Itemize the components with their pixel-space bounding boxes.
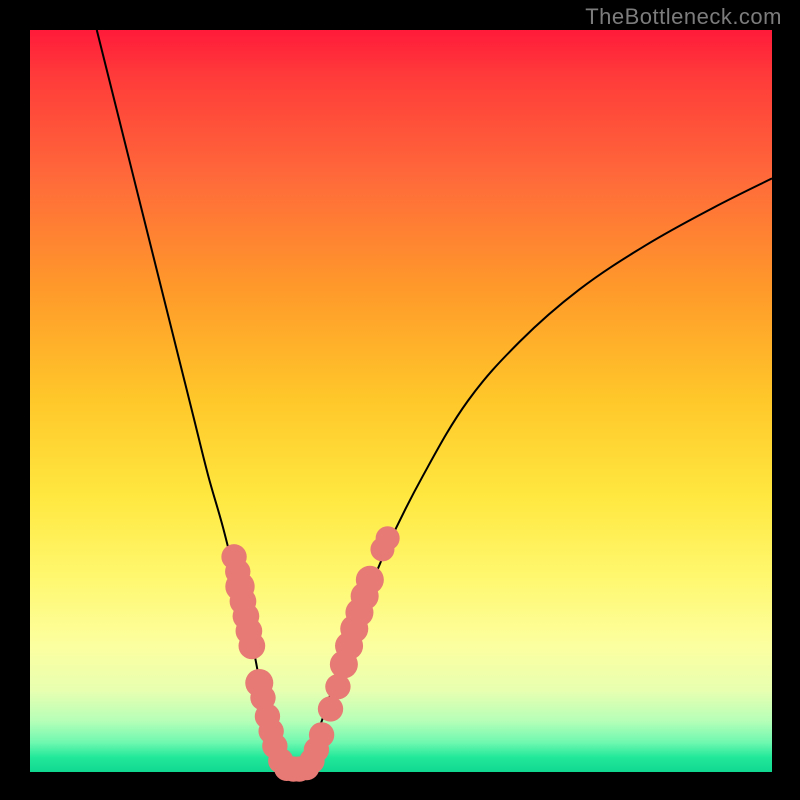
data-point-marker [309, 722, 334, 747]
curve-left-curve [97, 30, 290, 772]
data-point-marker [376, 526, 400, 550]
data-point-marker [318, 696, 343, 721]
curve-right-curve [290, 178, 772, 772]
data-point-marker [356, 566, 384, 594]
watermark-text: TheBottleneck.com [585, 4, 782, 30]
chart-svg [30, 30, 772, 772]
data-point-marker [239, 633, 266, 660]
plot-area [30, 30, 772, 772]
